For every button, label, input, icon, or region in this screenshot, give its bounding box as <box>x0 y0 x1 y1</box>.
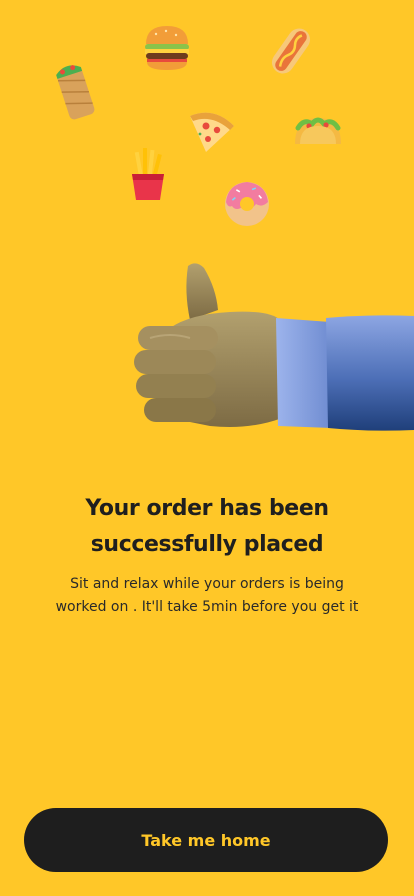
success-title: Your order has been successfully placed <box>20 491 394 563</box>
donut-icon <box>225 182 269 226</box>
pizza-slice-icon <box>190 112 234 152</box>
burger-icon <box>145 26 189 70</box>
success-message-line-2: worked on . It'll take 5min before you g… <box>55 599 359 615</box>
success-message-line-1: Sit and relax while your orders is being <box>70 576 344 592</box>
success-message: Sit and relax while your orders is being… <box>30 573 384 619</box>
success-illustration <box>0 0 414 460</box>
taco-icon <box>295 117 341 144</box>
fries-icon <box>132 148 164 200</box>
burrito-icon <box>56 65 95 120</box>
hotdog-icon <box>271 28 311 74</box>
success-title-line-1: Your order has been <box>85 495 329 521</box>
thumbs-up-illustration <box>134 263 414 431</box>
success-title-line-2: successfully placed <box>90 531 324 557</box>
take-me-home-button[interactable]: Take me home <box>24 808 388 872</box>
